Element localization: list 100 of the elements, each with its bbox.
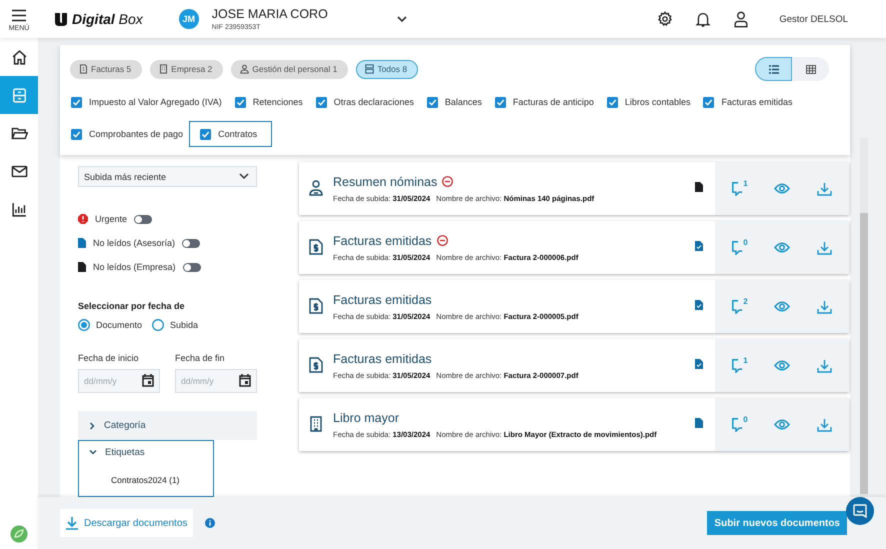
checkbox[interactable]: [703, 96, 714, 108]
download-icon: [816, 240, 832, 254]
eye-icon: [774, 419, 790, 430]
tag-item[interactable]: Contratos2024 (1): [111, 475, 180, 485]
accordion-header[interactable]: Categoría: [78, 411, 257, 440]
download-icon: [816, 418, 832, 432]
comment-icon: [732, 240, 744, 254]
avatar: JM: [178, 9, 199, 29]
bar-chart-icon: [10, 200, 28, 218]
view-button[interactable]: [772, 299, 792, 314]
category-chip[interactable]: Facturas 5: [70, 60, 142, 78]
grid-icon: [806, 64, 816, 74]
category-chip[interactable]: Empresa 2: [150, 60, 224, 78]
toggle-switch[interactable]: [134, 214, 152, 224]
view-button[interactable]: [772, 417, 792, 432]
checkbox-label[interactable]: Contratos: [218, 129, 258, 139]
invoice-icon: [309, 298, 323, 314]
view-button[interactable]: [772, 358, 792, 373]
cabinet-icon: [10, 86, 28, 104]
leaf-badge-icon[interactable]: [10, 525, 28, 543]
document-title: Resumen nóminas: [333, 174, 438, 188]
calendar-icon: [239, 374, 251, 387]
radio-button[interactable]: [78, 319, 90, 331]
home-icon: [10, 48, 28, 66]
radio-button[interactable]: [152, 319, 164, 331]
checkbox[interactable]: [606, 96, 618, 108]
info-icon[interactable]: [205, 518, 216, 528]
sort-select[interactable]: Subida más reciente: [78, 166, 257, 187]
toggle-switch[interactable]: [182, 262, 201, 272]
view-button[interactable]: [772, 181, 792, 196]
toggle-switch[interactable]: [182, 238, 200, 248]
download-icon: [816, 358, 832, 372]
view-button[interactable]: [772, 240, 792, 255]
comment-icon: [732, 300, 744, 314]
settings-icon[interactable]: [657, 11, 674, 27]
download-icon: [816, 300, 832, 314]
checkbox-label[interactable]: Balances: [444, 97, 482, 107]
checkbox-label[interactable]: Facturas de anticipo: [512, 97, 594, 107]
user-icon[interactable]: [733, 10, 750, 28]
checkbox-label[interactable]: Libros contables: [624, 97, 690, 107]
comment-icon: [732, 182, 744, 196]
checkbox[interactable]: [200, 128, 212, 140]
list-view-button[interactable]: [755, 57, 792, 81]
category-chip[interactable]: Todos 8: [356, 60, 418, 78]
eye-icon: [774, 183, 790, 194]
comment-icon: [732, 418, 744, 432]
building-icon: [159, 64, 168, 74]
checkbox-label[interactable]: Impuesto al Valor Agregado (IVA): [89, 97, 222, 107]
company-name: JOSE MARIA CORO: [212, 7, 329, 21]
toggle-label: Urgente: [95, 214, 128, 224]
comment-icon: [732, 358, 744, 372]
person-icon: [309, 180, 323, 196]
document-title: Facturas emitidas: [333, 292, 432, 306]
download-icon: [816, 182, 832, 196]
checkbox-label[interactable]: Facturas emitidas: [721, 97, 792, 107]
toggle-label: No leídos (Empresa): [93, 262, 176, 272]
checkbox-label[interactable]: Comprobantes de pago: [89, 129, 184, 139]
category-chip[interactable]: Gestión del personal 1: [231, 60, 348, 78]
checkbox[interactable]: [234, 96, 246, 108]
checkbox-label[interactable]: Retenciones: [252, 97, 303, 107]
chat-icon: [853, 504, 867, 518]
date-field[interactable]: dd/mm/y: [175, 369, 257, 393]
document-icon: [78, 262, 86, 272]
field-label: Fecha de inicio: [78, 353, 140, 363]
bell-icon[interactable]: [695, 10, 712, 28]
checkbox[interactable]: [426, 96, 438, 108]
eye-icon: [774, 242, 790, 253]
radio-label[interactable]: Subida: [170, 320, 198, 330]
chevron-right-icon: [88, 422, 96, 430]
scrollbar[interactable]: [860, 138, 868, 497]
download-icon: [66, 516, 78, 530]
stack-icon: [365, 64, 374, 74]
alert-icon: [78, 214, 88, 224]
document-icon: [79, 64, 88, 74]
calendar-icon: [142, 374, 154, 387]
chevron-down-icon: [89, 448, 97, 456]
logo-icon: [55, 12, 69, 26]
radio-label[interactable]: Documento: [96, 320, 142, 330]
checkbox[interactable]: [316, 96, 327, 108]
invoice-icon: [309, 238, 323, 254]
checkbox-label[interactable]: Otras declaraciones: [334, 97, 414, 107]
logo-text: Digital Box: [72, 11, 143, 27]
user-name[interactable]: Gestor DELSOL: [779, 14, 848, 24]
download-documents-button[interactable]: Descargar documentos: [60, 509, 194, 537]
invoice-icon: [309, 356, 323, 372]
date-field[interactable]: dd/mm/y: [78, 369, 160, 393]
field-label: Fecha de fin: [175, 353, 226, 363]
chevron-down-icon: [239, 173, 249, 180]
building-icon: [309, 416, 323, 432]
toggle-label: No leídos (Asesoría): [93, 238, 176, 248]
person-icon: [240, 64, 250, 74]
document-title: Libro mayor: [333, 410, 399, 424]
document-icon: [78, 238, 86, 248]
checkbox[interactable]: [71, 96, 82, 108]
list-icon: [768, 64, 778, 74]
menu-icon: [11, 8, 27, 22]
chevron-down-icon: [396, 16, 407, 22]
document-title: Facturas emitidas: [333, 234, 432, 248]
checkbox[interactable]: [494, 96, 506, 108]
checkbox[interactable]: [71, 128, 82, 140]
